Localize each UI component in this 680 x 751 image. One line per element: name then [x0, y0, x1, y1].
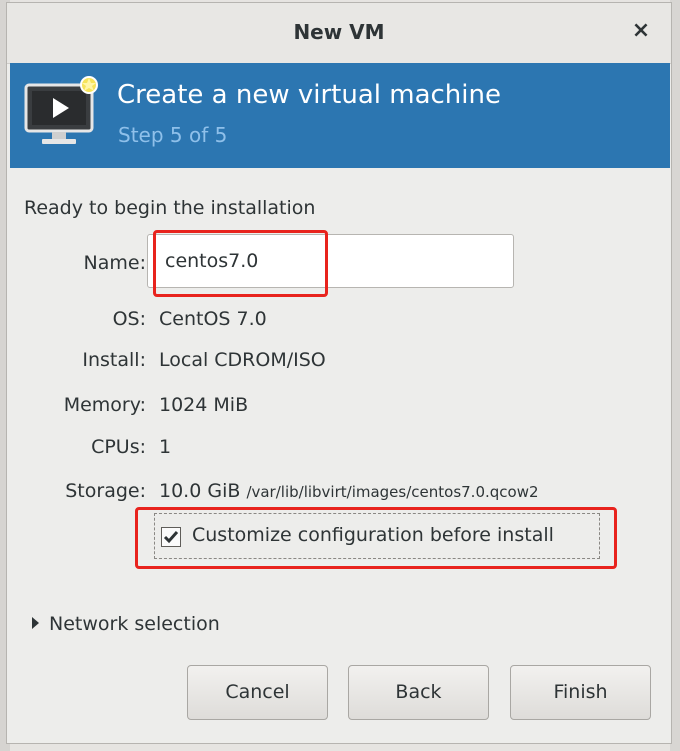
cpus-value: 1 — [159, 436, 172, 458]
storage-path: /var/lib/libvirt/images/centos7.0.qcow2 — [246, 483, 539, 501]
os-label: OS: — [112, 308, 146, 330]
banner-step: Step 5 of 5 — [118, 123, 228, 147]
banner-title: Create a new virtual machine — [117, 80, 501, 110]
back-button[interactable]: Back — [348, 665, 489, 720]
customize-label[interactable]: Customize configuration before install — [192, 524, 554, 546]
customize-checkbox[interactable] — [161, 527, 181, 547]
cpus-label: CPUs: — [91, 436, 146, 458]
network-selection-expander[interactable]: Network selection — [32, 613, 220, 635]
network-selection-label: Network selection — [49, 613, 220, 635]
close-button[interactable]: × — [627, 17, 655, 45]
name-input[interactable] — [147, 234, 514, 288]
memory-value: 1024 MiB — [159, 394, 249, 416]
monitor-new-vm-icon — [24, 76, 98, 144]
checkmark-icon — [163, 531, 179, 544]
summary-heading: Ready to begin the installation — [24, 197, 316, 219]
cancel-button[interactable]: Cancel — [187, 665, 328, 720]
install-value: Local CDROM/ISO — [159, 349, 326, 371]
install-label: Install: — [82, 349, 146, 371]
header-banner: Create a new virtual machine Step 5 of 5 — [10, 63, 670, 168]
finish-button[interactable]: Finish — [510, 665, 651, 720]
storage-label: Storage: — [65, 480, 146, 502]
window-title: New VM — [293, 20, 385, 44]
titlebar: New VM × — [7, 3, 671, 64]
expander-arrow-icon — [32, 617, 39, 629]
memory-label: Memory: — [63, 394, 146, 416]
name-label: Name: — [83, 252, 146, 274]
storage-size: 10.0 GiB — [159, 480, 241, 502]
os-value: CentOS 7.0 — [159, 308, 267, 330]
storage-value: 10.0 GiB /var/lib/libvirt/images/centos7… — [159, 480, 539, 502]
